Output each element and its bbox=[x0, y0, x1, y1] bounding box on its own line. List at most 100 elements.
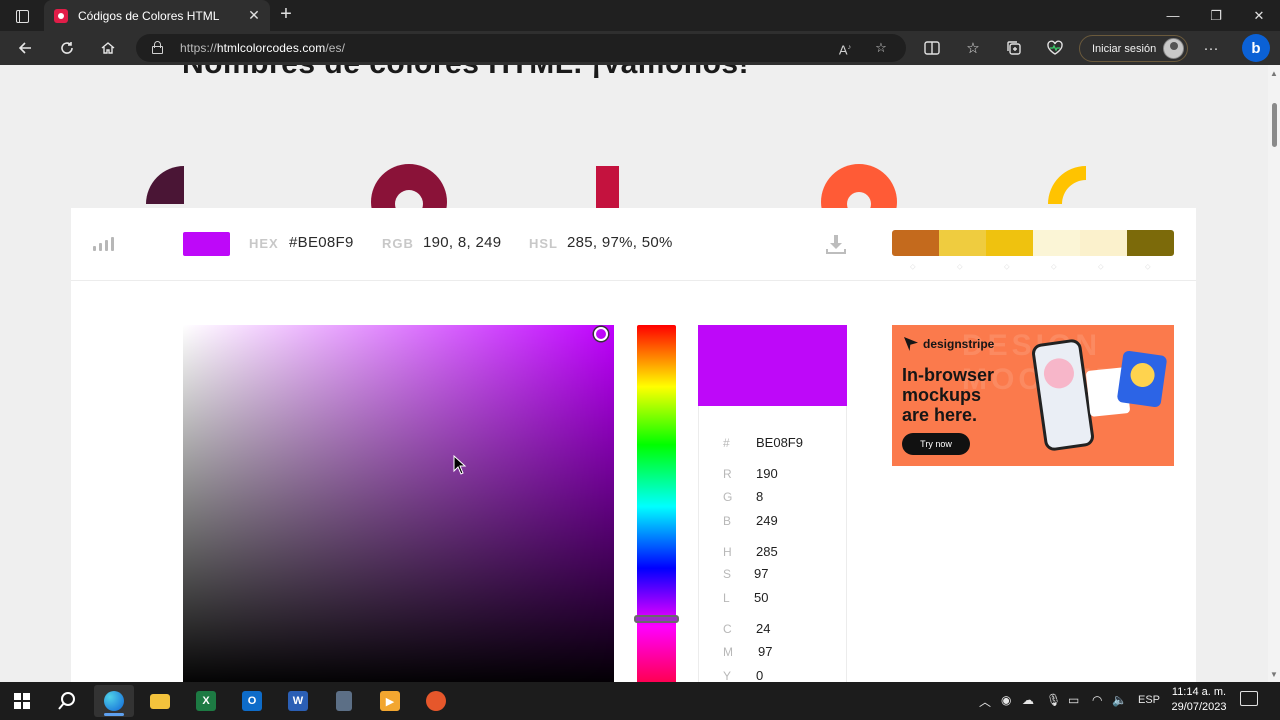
value-red[interactable]: 190 bbox=[756, 466, 778, 481]
palette-copy-icon[interactable]: ⬦ bbox=[957, 262, 967, 271]
excel-icon[interactable]: X bbox=[186, 685, 226, 717]
tab-bar: Códigos de Colores HTML ✕ + — ❐ ✕ bbox=[0, 0, 1280, 31]
search-icon[interactable] bbox=[47, 685, 87, 717]
designstripe-ad[interactable]: DESIGN MOCKUPS designstripe In-browser m… bbox=[892, 325, 1174, 466]
sign-in-button[interactable]: Iniciar sesión bbox=[1079, 35, 1188, 62]
bing-copilot-icon[interactable]: b bbox=[1242, 34, 1270, 62]
address-bar[interactable]: https://htmlcolorcodes.com/es/ A♪ ☆ bbox=[136, 34, 906, 62]
value-key-c: C bbox=[723, 622, 732, 636]
input-language[interactable]: ESP bbox=[1138, 694, 1160, 706]
decorative-shape-1 bbox=[146, 166, 184, 204]
section-heading: Nombres de colores HTML. ¡Vamonos! bbox=[182, 65, 749, 81]
hsl-value[interactable]: 285, 97%, 50% bbox=[567, 234, 673, 251]
url-host: htmlcolorcodes.com bbox=[216, 41, 326, 55]
battery-icon[interactable]: ▭ bbox=[1068, 693, 1079, 707]
value-blue[interactable]: 249 bbox=[756, 513, 778, 528]
value-green[interactable]: 8 bbox=[756, 489, 763, 504]
palette-color-3[interactable] bbox=[986, 230, 1033, 256]
value-saturation[interactable]: 97 bbox=[754, 566, 768, 581]
ad-headline: In-browser mockups are here. bbox=[902, 365, 994, 425]
profile-avatar-icon bbox=[1163, 38, 1184, 59]
window-close-button[interactable]: ✕ bbox=[1237, 0, 1280, 31]
selected-color-swatch[interactable] bbox=[183, 232, 230, 256]
refresh-icon[interactable] bbox=[54, 36, 80, 60]
value-hex[interactable]: BE08F9 bbox=[756, 435, 803, 450]
window-minimize-button[interactable]: — bbox=[1151, 0, 1195, 31]
system-clock[interactable]: 11:14 a. m. 29/07/2023 bbox=[1168, 685, 1230, 715]
edge-browser-icon[interactable] bbox=[94, 685, 134, 717]
url-text[interactable]: https://htmlcolorcodes.com/es/ bbox=[180, 41, 345, 55]
volume-icon[interactable]: 🔈 bbox=[1112, 693, 1127, 707]
tab-actions-icon[interactable] bbox=[8, 4, 36, 28]
microphone-icon[interactable]: 🎙 bbox=[1046, 693, 1061, 707]
url-prefix: https:// bbox=[180, 41, 217, 55]
lock-icon[interactable] bbox=[152, 41, 163, 54]
palette-color-2[interactable] bbox=[939, 230, 986, 256]
download-icon[interactable] bbox=[826, 235, 846, 255]
active-tab[interactable]: Códigos de Colores HTML ✕ bbox=[44, 0, 270, 31]
sync-icon[interactable]: ☁ bbox=[1022, 693, 1034, 707]
screen-recorder-icon[interactable] bbox=[416, 685, 456, 717]
window-restore-button[interactable]: ❐ bbox=[1194, 0, 1238, 31]
ad-card-mockup bbox=[1116, 350, 1168, 408]
outlook-icon[interactable]: O bbox=[232, 685, 272, 717]
palette-color-6[interactable] bbox=[1127, 230, 1174, 256]
more-options-icon[interactable]: ··· bbox=[1199, 36, 1223, 60]
start-windows-icon[interactable] bbox=[2, 685, 42, 717]
palette-color-5[interactable] bbox=[1080, 230, 1127, 256]
favorite-star-icon[interactable]: ☆ bbox=[872, 39, 890, 57]
show-hidden-icons-icon[interactable]: ︿ bbox=[979, 693, 991, 710]
palette-copy-icon[interactable]: ⬦ bbox=[1098, 262, 1108, 271]
page-scrollbar[interactable]: ▲ ▼ bbox=[1268, 65, 1280, 682]
palette-copy-icon[interactable]: ⬦ bbox=[910, 262, 920, 271]
clock-date: 29/07/2023 bbox=[1171, 701, 1227, 713]
ad-headline-line-1: In-browser bbox=[902, 365, 995, 385]
palette-copy-icon[interactable]: ⬦ bbox=[1051, 262, 1061, 271]
browser-essentials-icon[interactable] bbox=[1043, 36, 1067, 60]
calculator-icon[interactable] bbox=[324, 685, 364, 717]
navigation-bar: https://htmlcolorcodes.com/es/ A♪ ☆ ☆ In… bbox=[0, 31, 1280, 65]
new-tab-button[interactable]: + bbox=[275, 4, 297, 26]
hue-slider-handle[interactable] bbox=[634, 615, 679, 623]
scroll-thumb[interactable] bbox=[1272, 103, 1277, 147]
value-key-l: L bbox=[723, 591, 730, 605]
palette-color-1[interactable] bbox=[892, 230, 939, 256]
home-icon[interactable] bbox=[95, 36, 121, 60]
signal-bars-icon[interactable] bbox=[93, 237, 117, 251]
hex-value[interactable]: #BE08F9 bbox=[289, 234, 354, 251]
wifi-icon[interactable]: ◠ bbox=[1092, 693, 1102, 707]
value-key-m: M bbox=[723, 645, 733, 659]
palette-copy-icon[interactable]: ⬦ bbox=[1004, 262, 1014, 271]
value-hue[interactable]: 285 bbox=[756, 544, 778, 559]
palette-copy-icon[interactable]: ⬦ bbox=[1145, 262, 1155, 271]
color-preview bbox=[698, 325, 847, 406]
hue-slider[interactable] bbox=[637, 325, 676, 682]
scroll-down-icon[interactable]: ▼ bbox=[1270, 670, 1278, 679]
ad-try-now-button[interactable]: Try now bbox=[902, 433, 970, 455]
color-palette[interactable] bbox=[892, 230, 1174, 256]
value-cyan[interactable]: 24 bbox=[756, 621, 770, 636]
value-magenta[interactable]: 97 bbox=[758, 644, 772, 659]
color-picker-card: HEX #BE08F9 RGB 190, 8, 249 HSL 285, 97%… bbox=[71, 208, 1196, 682]
designstripe-logo-icon bbox=[904, 337, 918, 351]
word-icon[interactable]: W bbox=[278, 685, 318, 717]
rgb-value[interactable]: 190, 8, 249 bbox=[423, 234, 501, 251]
back-arrow-icon[interactable] bbox=[12, 36, 38, 60]
saturation-brightness-area[interactable] bbox=[183, 325, 614, 682]
read-aloud-icon[interactable]: A♪ bbox=[836, 39, 854, 57]
file-explorer-icon[interactable] bbox=[140, 685, 180, 717]
notifications-icon[interactable] bbox=[1240, 691, 1258, 706]
value-yellow[interactable]: 0 bbox=[756, 668, 763, 682]
site-favicon-icon bbox=[54, 8, 68, 23]
favorites-icon[interactable]: ☆ bbox=[961, 36, 985, 60]
media-player-icon[interactable]: ▶ bbox=[370, 685, 410, 717]
color-info-bar: HEX #BE08F9 RGB 190, 8, 249 HSL 285, 97%… bbox=[71, 208, 1196, 281]
tab-close-icon[interactable]: ✕ bbox=[246, 7, 262, 23]
split-screen-icon[interactable] bbox=[920, 36, 944, 60]
palette-color-4[interactable] bbox=[1033, 230, 1080, 256]
collections-icon[interactable] bbox=[1002, 36, 1026, 60]
saturation-handle[interactable] bbox=[594, 327, 608, 341]
scroll-up-icon[interactable]: ▲ bbox=[1270, 69, 1278, 78]
record-icon[interactable]: ◉ bbox=[1001, 693, 1011, 707]
value-lightness[interactable]: 50 bbox=[754, 590, 768, 605]
